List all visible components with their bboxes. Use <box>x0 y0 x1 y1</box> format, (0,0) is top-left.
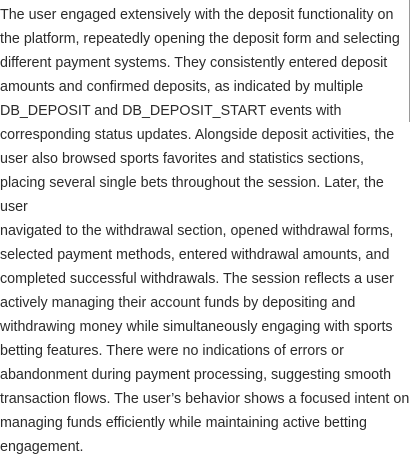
summary-panel: The user engaged extensively with the de… <box>0 0 410 455</box>
session-summary-text: The user engaged extensively with the de… <box>0 7 410 455</box>
